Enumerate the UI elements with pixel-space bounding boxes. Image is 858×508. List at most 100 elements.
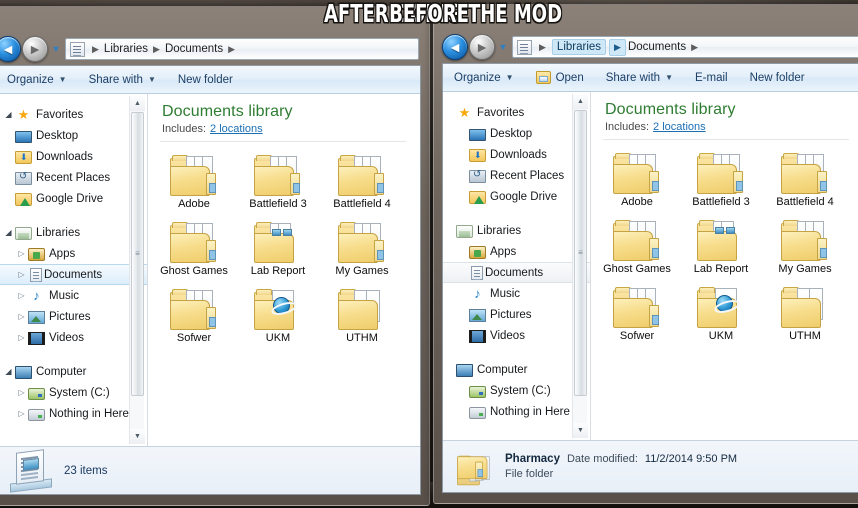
organize-button[interactable]: Organize ▼ [0,66,78,93]
sidebar-item-pictures[interactable]: Pictures [443,304,590,325]
breadcrumb-separator[interactable]: ▶ [153,44,160,55]
sidebar-group-computer[interactable]: Computer [443,359,590,380]
sidebar-item-google-drive[interactable]: Google Drive [0,188,147,209]
item-count-label: 23 items [64,464,108,477]
folder-item[interactable]: UTHM [763,282,847,343]
folder-item[interactable]: Lab Report [679,215,763,276]
address-bar-before[interactable]: ▶ Libraries ▶ Documents ▶ [512,36,858,58]
sidebar-group-favorites[interactable]: ★ Favorites [443,102,590,123]
sidebar-item-google-drive[interactable]: Google Drive [443,186,590,207]
forward-arrow-icon[interactable]: ► [22,36,48,62]
navpane-scrollbar-after[interactable]: ▲ ≡ ▼ [129,96,145,444]
navigation-pane-after[interactable]: ◢ ★ Favorites Desktop Downloads Recent P… [0,94,148,446]
expander-icon[interactable]: ▷ [15,270,28,279]
folder-item[interactable]: Adobe [152,150,236,211]
sidebar-item-recent-places[interactable]: Recent Places [443,165,590,186]
scroll-up-icon[interactable]: ▲ [130,96,145,111]
sidebar-item-documents[interactable]: Documents [443,262,590,283]
new-folder-button[interactable]: New folder [739,64,816,91]
sidebar-item-pictures[interactable]: ▷ Pictures [0,306,147,327]
scroll-up-icon[interactable]: ▲ [573,94,588,109]
folder-item[interactable]: Sofwer [595,282,679,343]
folder-item[interactable]: Battlefield 3 [679,148,763,209]
folder-item[interactable]: Lab Report [236,217,320,278]
new-folder-button[interactable]: New folder [167,66,244,93]
folder-item[interactable]: Sofwer [152,284,236,345]
expander-icon[interactable]: ◢ [2,110,15,119]
organize-button[interactable]: Organize ▼ [443,64,525,91]
breadcrumb-documents[interactable]: Documents [628,41,686,53]
sidebar-group-libraries[interactable]: ◢ Libraries [0,222,147,243]
scrollbar-thumb[interactable]: ≡ [131,112,144,396]
back-arrow-icon[interactable]: ◄ [0,36,21,62]
sidebar-item-music[interactable]: ▷ ♪ Music [0,285,147,306]
address-bar-after[interactable]: ▶ Libraries ▶ Documents ▶ [65,38,419,60]
sidebar-item-recent-places[interactable]: Recent Places [0,167,147,188]
sidebar-group-computer[interactable]: ◢ Computer [0,361,147,382]
explorer-window-before[interactable]: ◄ ► ▼ ▶ Libraries ▶ Documents ▶ Organize… [433,4,858,504]
expander-icon[interactable]: ▷ [15,388,28,397]
breadcrumb-libraries[interactable]: Libraries [104,43,148,55]
folder-item[interactable]: Battlefield 4 [763,148,847,209]
folder-item[interactable]: UTHM [320,284,404,345]
sidebar-item-apps[interactable]: ▷ Apps [0,243,147,264]
scroll-down-icon[interactable]: ▼ [573,423,588,438]
expander-icon[interactable]: ▷ [15,409,28,418]
sidebar-item-videos[interactable]: ▷ Videos [0,327,147,348]
breadcrumb-separator[interactable]: ▶ [92,44,99,55]
sidebar-item-system-c[interactable]: ▷ System (C:) [0,382,147,403]
explorer-window-after[interactable]: ◄ ► ▼ ▶ Libraries ▶ Documents ▶ Organize… [0,6,430,506]
share-with-button[interactable]: Share with ▼ [78,66,167,93]
expander-icon[interactable]: ▷ [15,312,28,321]
folder-item[interactable]: Ghost Games [595,215,679,276]
navpane-scrollbar-before[interactable]: ▲ ≡ ▼ [572,94,588,438]
sidebar-item-downloads[interactable]: Downloads [443,144,590,165]
sidebar-item-desktop[interactable]: Desktop [0,125,147,146]
expander-icon[interactable]: ▷ [15,333,28,342]
breadcrumb-libraries[interactable]: Libraries [551,39,607,55]
open-button[interactable]: Open [525,64,595,91]
sidebar-group-favorites[interactable]: ◢ ★ Favorites [0,104,147,125]
expander-icon[interactable]: ▷ [15,291,28,300]
expander-icon[interactable]: ▷ [15,249,28,258]
content-pane-after[interactable]: Documents library Includes: 2 locations A… [148,94,420,446]
sidebar-item-desktop[interactable]: Desktop [443,123,590,144]
content-pane-before[interactable]: Documents library Includes: 2 locations A… [591,92,858,440]
sidebar-item-downloads[interactable]: Downloads [0,146,147,167]
expander-icon[interactable]: ◢ [2,367,15,376]
breadcrumb-separator[interactable]: ▶ [539,42,546,53]
back-arrow-icon[interactable]: ◄ [442,34,468,60]
folder-item[interactable]: Battlefield 3 [236,150,320,211]
folder-icon [338,154,386,196]
share-with-button[interactable]: Share with ▼ [595,64,684,91]
breadcrumb-documents[interactable]: Documents [165,43,223,55]
sidebar-item-apps[interactable]: Apps [443,241,590,262]
navigation-pane-before[interactable]: ★ Favorites Desktop Downloads Recent Pla… [443,92,591,440]
locations-link[interactable]: 2 locations [210,123,263,135]
sidebar-item-music[interactable]: ♪ Music [443,283,590,304]
scrollbar-thumb[interactable]: ≡ [574,110,587,396]
sidebar-item-videos[interactable]: Videos [443,325,590,346]
folder-item[interactable]: UKM [679,282,763,343]
breadcrumb-separator[interactable]: ▶ [691,42,698,53]
sidebar-item-system-c[interactable]: System (C:) [443,380,590,401]
email-button[interactable]: E-mail [684,64,739,91]
chevron-down-icon[interactable]: ▼ [496,42,510,52]
chevron-down-icon[interactable]: ▼ [49,44,63,54]
folder-item[interactable]: Battlefield 4 [320,150,404,211]
sidebar-item-documents[interactable]: ▷ Documents [0,264,147,285]
folder-item[interactable]: My Games [763,215,847,276]
sidebar-item-nothing-in-here[interactable]: ▷ Nothing in Here [0,403,147,424]
folder-item[interactable]: UKM [236,284,320,345]
folder-item[interactable]: My Games [320,217,404,278]
scroll-down-icon[interactable]: ▼ [130,429,145,444]
sidebar-group-libraries[interactable]: Libraries [443,220,590,241]
sidebar-item-nothing-in-here[interactable]: Nothing in Here [443,401,590,422]
folder-item[interactable]: Adobe [595,148,679,209]
breadcrumb-separator[interactable]: ▶ [609,38,626,56]
locations-link[interactable]: 2 locations [653,121,706,133]
folder-item[interactable]: Ghost Games [152,217,236,278]
expander-icon[interactable]: ◢ [2,228,15,237]
forward-arrow-icon[interactable]: ► [469,34,495,60]
breadcrumb-separator[interactable]: ▶ [228,44,235,55]
